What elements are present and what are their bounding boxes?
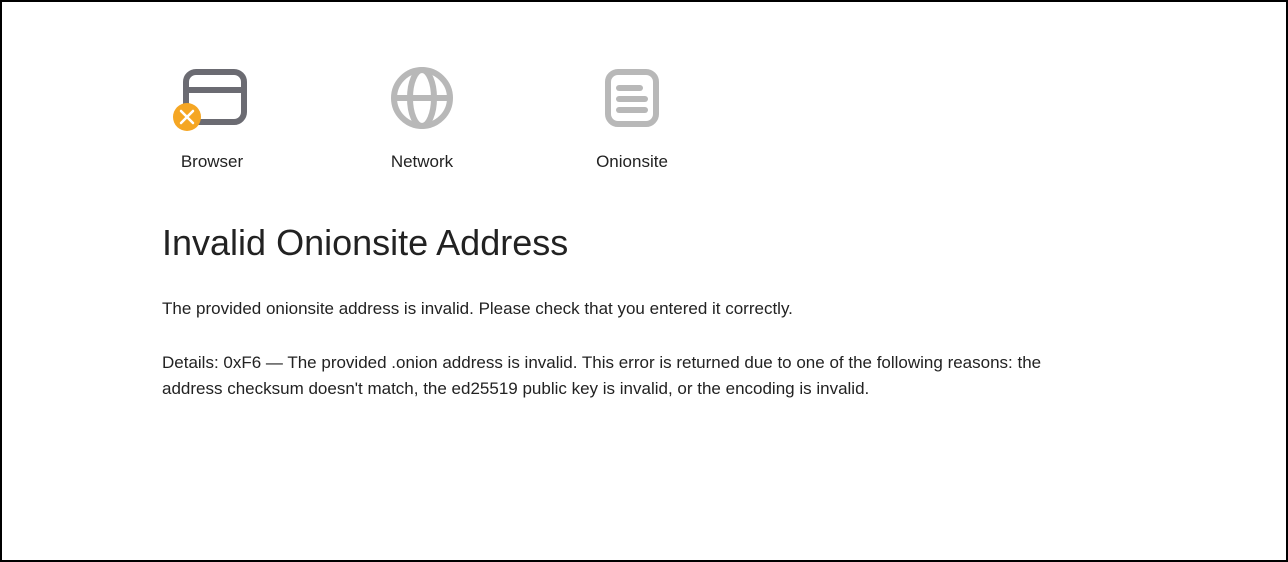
browser-status-item: Browser: [167, 62, 257, 172]
globe-icon: [386, 62, 458, 134]
document-icon: [596, 62, 668, 134]
error-details: Details: 0xF6 — The provided .onion addr…: [162, 350, 1102, 403]
network-status-item: Network: [377, 62, 467, 172]
browser-icon: [176, 62, 248, 134]
browser-label: Browser: [181, 152, 243, 172]
error-title: Invalid Onionsite Address: [162, 222, 1102, 264]
error-description: The provided onionsite address is invali…: [162, 296, 1102, 322]
onionsite-status-item: Onionsite: [587, 62, 677, 172]
status-icon-row: Browser Network: [167, 62, 1102, 172]
error-page-content: Browser Network: [2, 62, 1102, 402]
network-label: Network: [391, 152, 453, 172]
onionsite-label: Onionsite: [596, 152, 668, 172]
